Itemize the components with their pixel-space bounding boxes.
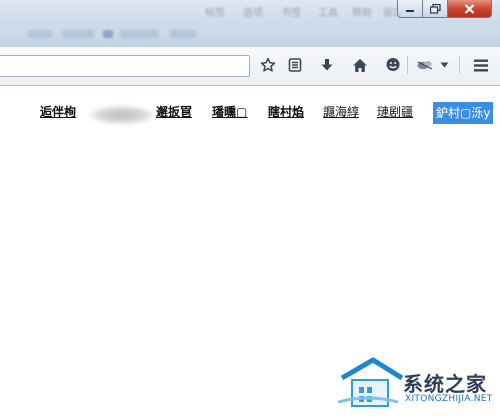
page-nav-link-active[interactable]: 鈩村▢泺y xyxy=(433,102,494,124)
watermark-logo-icon xyxy=(338,357,404,407)
page-nav-link-3[interactable]: 璠曛▢ xyxy=(212,105,247,120)
window-titlebar: 标签 选项 书签 工具 帮助 窗口 xyxy=(0,0,500,22)
maximize-button[interactable] xyxy=(423,0,448,18)
navigation-toolbar xyxy=(0,47,500,86)
bookmark-star-button[interactable] xyxy=(256,53,280,77)
url-bar[interactable] xyxy=(0,55,250,77)
blurred-area xyxy=(90,106,154,124)
tab-ghost-4 xyxy=(120,30,158,38)
page-nav-link-2[interactable]: 邂扳冟 xyxy=(156,105,192,120)
addon-button[interactable] xyxy=(413,53,437,77)
star-icon xyxy=(260,57,276,72)
home-button[interactable] xyxy=(348,53,372,77)
page-nav-link-1[interactable]: 逅伴栒 xyxy=(40,105,76,120)
page-nav-link-5[interactable]: 讔海綧 xyxy=(323,105,359,120)
page-nav-link-4[interactable]: 瞎村焰 xyxy=(268,105,304,120)
watermark-url: XITONGZHIJIA.NET xyxy=(405,394,493,404)
downloads-button[interactable] xyxy=(315,53,339,77)
addon-icon xyxy=(417,61,433,70)
blurred-menu-text-4: 工具 xyxy=(318,8,338,19)
tab-ghost-5 xyxy=(170,30,196,38)
blurred-menu-text-2: 选项 xyxy=(243,8,263,19)
reading-list-icon xyxy=(288,58,302,72)
chat-button[interactable] xyxy=(381,53,405,77)
window-controls xyxy=(397,0,492,18)
reading-list-button[interactable] xyxy=(283,53,307,77)
page-nav-link-6[interactable]: 璉剧疆 xyxy=(377,105,413,120)
home-icon xyxy=(353,58,367,72)
tab-strip xyxy=(0,22,500,47)
toolbar-separator-2 xyxy=(459,56,460,74)
tab-ghost-3 xyxy=(103,30,113,38)
minimize-icon xyxy=(406,9,414,12)
addon-dropdown-button[interactable] xyxy=(436,53,452,77)
dropdown-arrow-icon xyxy=(440,62,448,68)
toolbar-separator xyxy=(407,56,408,74)
blurred-menu-text-1: 标签 xyxy=(205,8,225,19)
minimize-button[interactable] xyxy=(397,0,423,18)
download-icon xyxy=(321,59,333,71)
tab-ghost-2 xyxy=(62,30,94,38)
menu-button[interactable] xyxy=(469,53,493,77)
watermark-text: 系统之家 xyxy=(403,372,487,396)
blurred-menu-text-5: 帮助 xyxy=(352,8,372,19)
restore-icon xyxy=(429,3,441,14)
menu-icon xyxy=(474,59,488,71)
close-icon xyxy=(464,3,475,14)
chat-icon xyxy=(386,58,400,71)
tab-ghost-1 xyxy=(28,30,52,38)
blurred-menu-text-3: 书签 xyxy=(281,8,301,19)
close-button[interactable] xyxy=(448,0,492,18)
